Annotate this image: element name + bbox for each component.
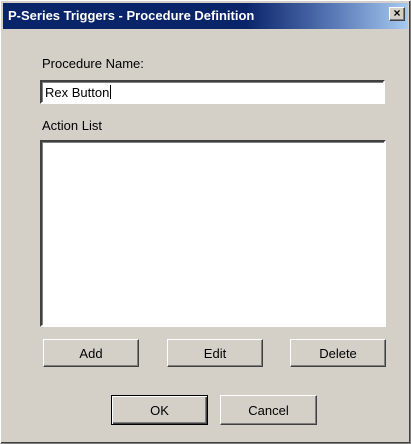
add-button[interactable]: Add xyxy=(43,339,139,367)
procedure-name-input[interactable]: Rex Button xyxy=(40,80,385,104)
action-list-label: Action List xyxy=(42,118,102,133)
text-caret xyxy=(110,85,112,99)
dialog-window: P-Series Triggers - Procedure Definition… xyxy=(0,0,411,444)
cancel-button[interactable]: Cancel xyxy=(220,395,317,425)
procedure-name-value: Rex Button xyxy=(45,85,110,100)
action-list[interactable] xyxy=(40,140,386,327)
close-icon[interactable]: × xyxy=(389,7,405,21)
edit-button[interactable]: Edit xyxy=(167,339,263,367)
procedure-name-label: Procedure Name: xyxy=(42,56,144,71)
delete-button[interactable]: Delete xyxy=(290,339,386,367)
title-bar[interactable]: P-Series Triggers - Procedure Definition… xyxy=(3,3,408,29)
window-title: P-Series Triggers - Procedure Definition xyxy=(8,8,255,23)
ok-button[interactable]: OK xyxy=(111,395,208,425)
